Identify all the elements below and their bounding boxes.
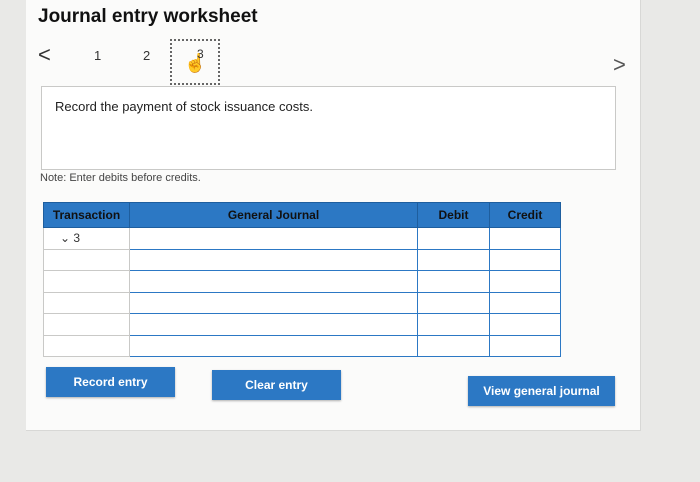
transaction-cell[interactable] (43, 270, 130, 293)
debit-input[interactable] (417, 334, 490, 357)
transaction-cell[interactable] (43, 291, 130, 314)
credit-input[interactable] (489, 227, 561, 250)
debit-input[interactable] (417, 313, 490, 336)
table-row (43, 313, 561, 336)
transaction-cell[interactable]: ⌄ 3 (43, 227, 130, 250)
chevron-down-icon: ⌄ (60, 231, 74, 246)
account-input[interactable] (129, 227, 418, 250)
debit-input[interactable] (417, 291, 490, 314)
table-row (43, 248, 561, 271)
table-row (43, 270, 561, 293)
account-input[interactable] (129, 270, 418, 293)
table-row: ⌄ 3 (43, 227, 561, 250)
credit-input[interactable] (489, 248, 561, 271)
table-row (43, 334, 561, 357)
note-text: Note: Enter debits before credits. (40, 172, 201, 184)
view-general-journal-button[interactable]: View general journal (468, 376, 615, 406)
record-entry-button[interactable]: Record entry (46, 367, 175, 397)
table-row (43, 291, 561, 314)
next-step-button[interactable]: > (613, 52, 626, 78)
header-debit: Debit (417, 202, 490, 228)
clear-entry-button[interactable]: Clear entry (212, 370, 341, 400)
debit-input[interactable] (417, 248, 490, 271)
debit-input[interactable] (417, 227, 490, 250)
account-input[interactable] (129, 313, 418, 336)
header-credit: Credit (489, 202, 561, 228)
journal-table: Transaction General Journal Debit Credit… (43, 202, 561, 357)
credit-input[interactable] (489, 270, 561, 293)
step-1-tab[interactable]: 1 (94, 48, 101, 63)
table-header-row: Transaction General Journal Debit Credit (43, 202, 561, 228)
transaction-cell[interactable] (43, 248, 130, 271)
credit-input[interactable] (489, 313, 561, 336)
account-input[interactable] (129, 248, 418, 271)
transaction-cell[interactable] (43, 334, 130, 357)
credit-input[interactable] (489, 291, 561, 314)
step-3-label: 3 (197, 47, 204, 61)
debit-input[interactable] (417, 270, 490, 293)
instruction-text: Record the payment of stock issuance cos… (55, 99, 313, 114)
prev-step-button[interactable]: < (38, 42, 51, 68)
step-3-tab[interactable]: ☝ 3 (170, 39, 220, 85)
header-general-journal: General Journal (129, 202, 418, 228)
instruction-box: Record the payment of stock issuance cos… (41, 86, 616, 170)
header-transaction: Transaction (43, 202, 130, 228)
transaction-cell[interactable] (43, 313, 130, 336)
page-title: Journal entry worksheet (38, 6, 258, 27)
credit-input[interactable] (489, 334, 561, 357)
step-2-tab[interactable]: 2 (143, 48, 150, 63)
account-input[interactable] (129, 291, 418, 314)
account-input[interactable] (129, 334, 418, 357)
